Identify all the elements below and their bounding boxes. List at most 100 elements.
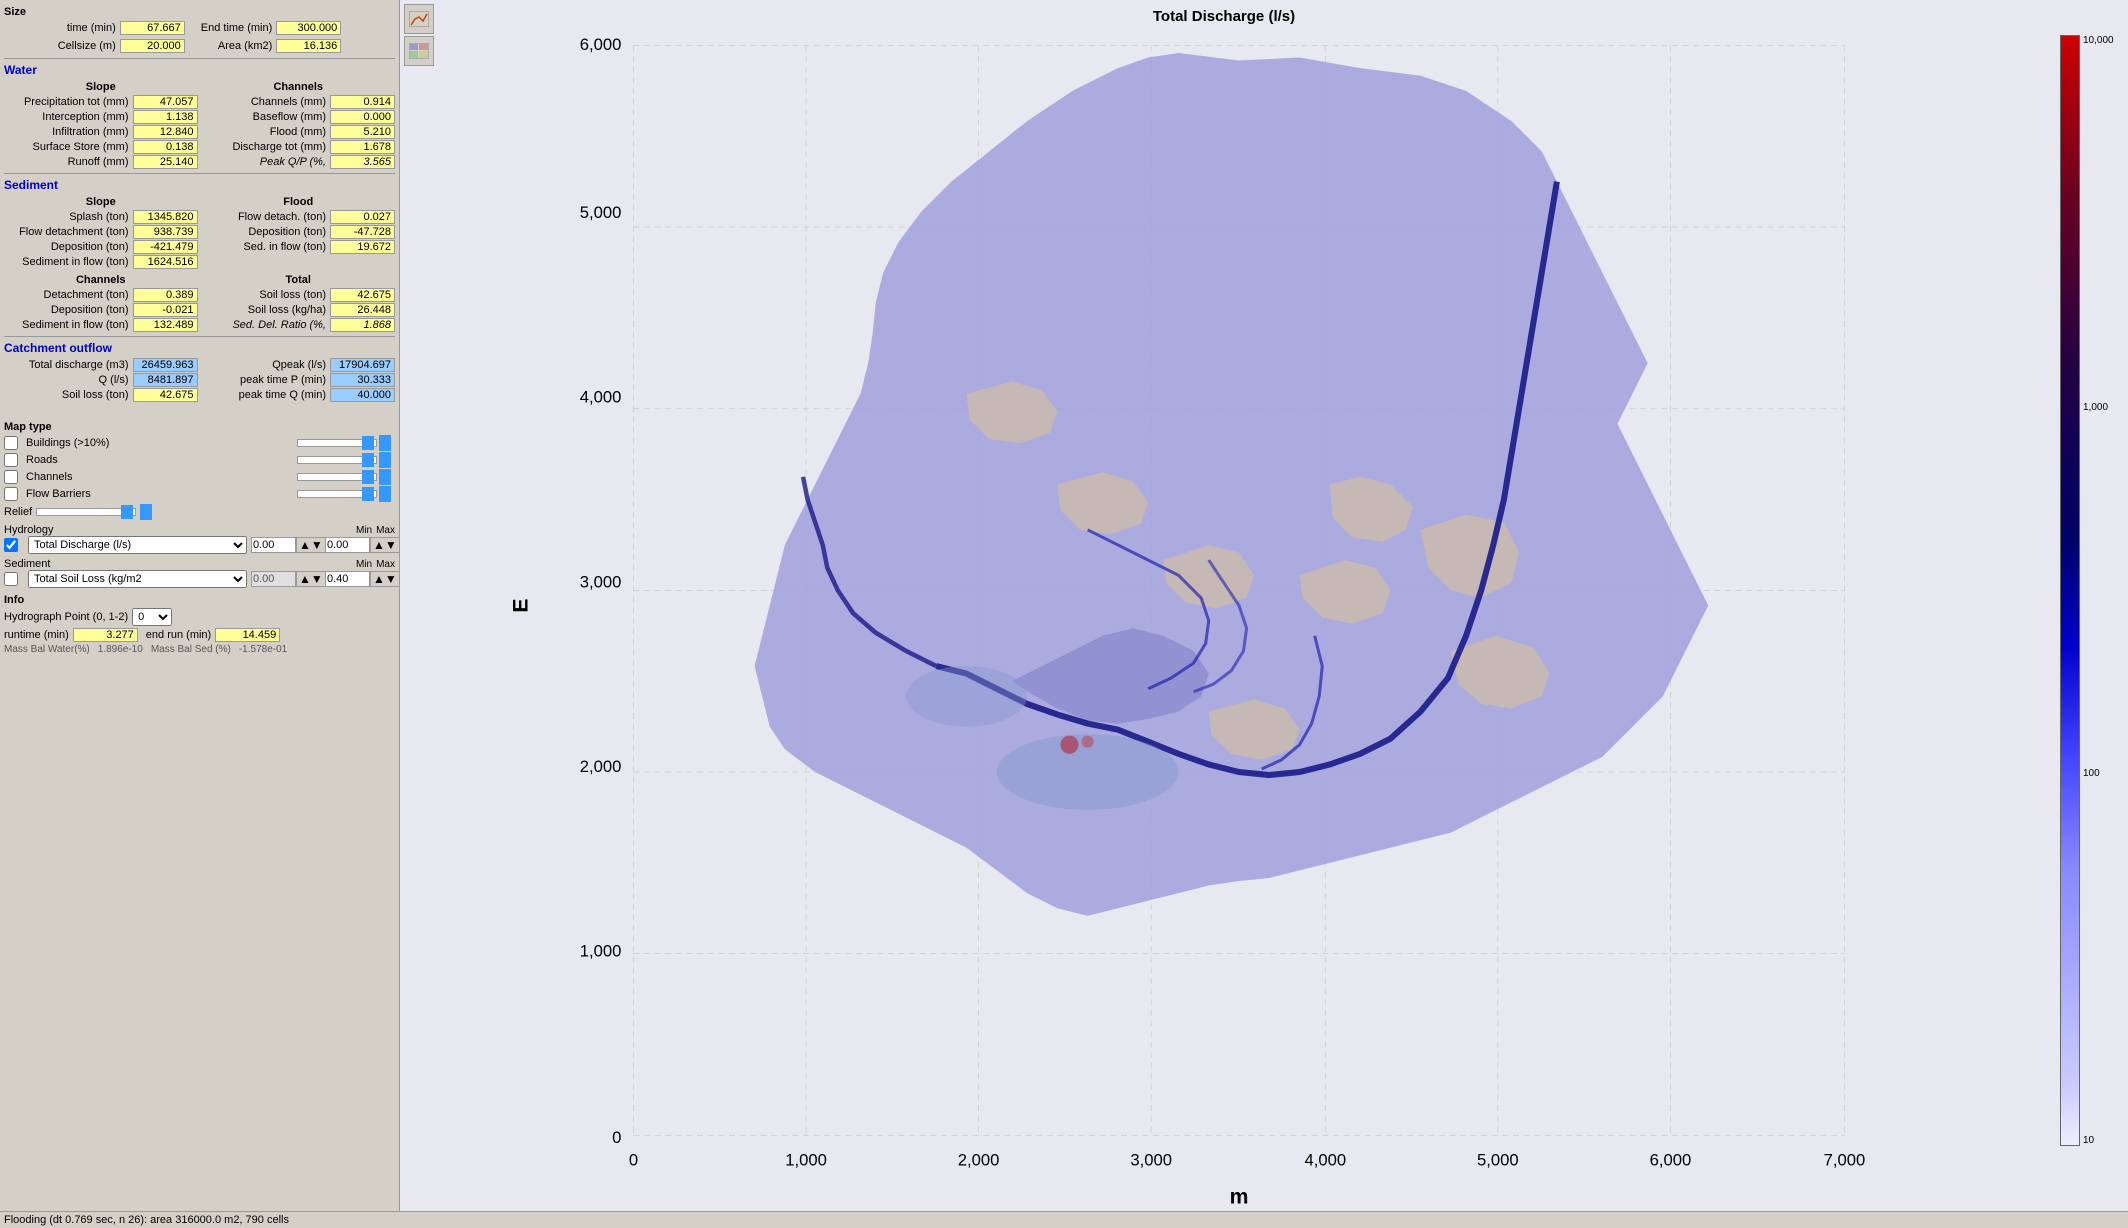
- runtime-value: 3.277: [73, 628, 138, 642]
- sediment-max-label: Max: [376, 559, 395, 570]
- sediment-min-spinner[interactable]: ▲▼: [296, 571, 326, 587]
- soil-loss-ton-label: Soil loss (ton): [259, 289, 326, 301]
- peak-time-q-value: 40.000: [330, 388, 395, 402]
- hydrology-max-label: Max: [376, 525, 395, 536]
- status-bar: Flooding (dt 0.769 sec, n 26): area 3160…: [0, 1211, 2128, 1228]
- infiltration-label: Infiltration (mm): [52, 126, 128, 138]
- relief-label: Relief: [4, 506, 32, 518]
- interception-value: 1.138: [133, 110, 198, 124]
- hydrology-min-input[interactable]: [251, 537, 296, 553]
- sed-in-flow-value: 1624.516: [133, 255, 198, 269]
- hydrology-max-input[interactable]: [325, 537, 370, 553]
- svg-text:6,000: 6,000: [580, 35, 622, 54]
- end-run-value: 14.459: [215, 628, 280, 642]
- hydrology-dropdown[interactable]: Total Discharge (l/s)Surface Water Depth…: [28, 536, 247, 554]
- channels-row: Channels: [4, 469, 395, 485]
- svg-text:0: 0: [629, 1151, 638, 1170]
- catchment-header: Catchment outflow: [4, 341, 395, 355]
- sed-in-flow-ch-label: Sediment in flow (ton): [22, 319, 128, 331]
- size-header: Size: [4, 6, 395, 18]
- time-value: 67.667: [120, 21, 185, 35]
- flood-label: Flood (mm): [270, 126, 326, 138]
- svg-text:5,000: 5,000: [580, 203, 622, 222]
- channels-checkbox[interactable]: [4, 470, 18, 484]
- slope-header: Slope: [4, 81, 198, 93]
- hydrology-max-spinner[interactable]: ▲▼: [370, 537, 400, 553]
- sediment-min-label: Min: [356, 559, 372, 570]
- buildings-track[interactable]: [297, 439, 377, 447]
- left-panel: Size time (min) 67.667 Cellsize (m) 20.0…: [0, 0, 400, 1211]
- sed-in-flow-flood-value: 19.672: [330, 240, 395, 254]
- roads-row: Roads: [4, 452, 395, 468]
- sediment-max-spinner[interactable]: ▲▼: [370, 571, 400, 587]
- map-btn[interactable]: [404, 36, 434, 66]
- sediment-max-input[interactable]: [325, 571, 370, 587]
- hydrology-min-spinner[interactable]: ▲▼: [296, 537, 326, 553]
- buildings-label: Buildings (>10%): [26, 437, 295, 449]
- sediment-section: Sediment Slope Splash (ton) 1345.820 Flo…: [4, 178, 395, 333]
- info-section: Info Hydrograph Point (0, 1-2) 012 runti…: [4, 594, 395, 655]
- hydrograph-select[interactable]: 012: [132, 608, 172, 626]
- deposition-flood-label: Deposition (ton): [248, 226, 326, 238]
- total-discharge-label: Total discharge (m3): [29, 359, 129, 371]
- hydrology-checkbox[interactable]: [4, 538, 18, 552]
- sed-del-ratio-value: 1.868: [330, 318, 395, 332]
- total-header: Total: [202, 274, 396, 286]
- deposition-ch-label: Deposition (ton): [51, 304, 129, 316]
- soil-loss-ton-value: 42.675: [330, 288, 395, 302]
- sediment-min-input[interactable]: [251, 571, 296, 587]
- soil-loss-kgha-label: Soil loss (kg/ha): [248, 304, 326, 316]
- map-panel: Total Discharge (l/s) 10,000 1,000 100 1…: [400, 0, 2128, 1211]
- status-text: Flooding (dt 0.769 sec, n 26): area 3160…: [4, 1214, 289, 1226]
- info-header: Info: [4, 594, 395, 606]
- sediment-ctrl-checkbox[interactable]: [4, 572, 18, 586]
- end-time-label: End time (min): [201, 22, 273, 34]
- flow-barriers-track[interactable]: [297, 490, 377, 498]
- graph-btn[interactable]: [404, 4, 434, 34]
- runoff-label: Runoff (mm): [68, 156, 129, 168]
- surface-store-value: 0.138: [133, 140, 198, 154]
- channels-track[interactable]: [297, 473, 377, 481]
- water-header: Water: [4, 63, 395, 77]
- infiltration-value: 12.840: [133, 125, 198, 139]
- mass-bal-sed-value: -1.578e-01: [239, 644, 287, 655]
- baseflow-label: Baseflow (mm): [253, 111, 326, 123]
- scale-label-mid1: 1,000: [2083, 402, 2114, 413]
- peak-time-q-label: peak time Q (min): [239, 389, 326, 401]
- channels-mm-value: 0.914: [330, 95, 395, 109]
- catchment-soil-loss-label: Soil loss (ton): [62, 389, 129, 401]
- catchment-section: Catchment outflow Total discharge (m3) 2…: [4, 341, 395, 403]
- roads-checkbox[interactable]: [4, 453, 18, 467]
- sediment-ctrl-dropdown[interactable]: Total Soil Loss (kg/m2: [28, 570, 247, 588]
- area-value: 16.136: [276, 39, 341, 53]
- mass-bal-sed-label: Mass Bal Sed (%): [151, 644, 231, 655]
- roads-blue-bar: [379, 452, 391, 468]
- sed-flood-header: Flood: [202, 196, 396, 208]
- svg-text:1,000: 1,000: [785, 1151, 827, 1170]
- svg-text:3,000: 3,000: [580, 572, 622, 591]
- buildings-checkbox[interactable]: [4, 436, 18, 450]
- qpeak-value: 17904.697: [330, 358, 395, 372]
- precip-label: Precipitation tot (mm): [24, 96, 129, 108]
- sediment-ctrl-label: Sediment: [4, 558, 24, 570]
- peak-time-p-value: 30.333: [330, 373, 395, 387]
- flow-barriers-blue-bar: [379, 486, 391, 502]
- relief-blue-bar: [140, 504, 152, 520]
- catchment-soil-loss-value: 42.675: [133, 388, 198, 402]
- deposition-ch-value: -0.021: [133, 303, 198, 317]
- baseflow-value: 0.000: [330, 110, 395, 124]
- deposition-label: Deposition (ton): [51, 241, 129, 253]
- end-run-label: end run (min): [146, 629, 211, 641]
- roads-track[interactable]: [297, 456, 377, 464]
- sed-channels-header: Channels: [4, 274, 198, 286]
- svg-text:7,000: 7,000: [1824, 1151, 1866, 1170]
- cellsize-value: 20.000: [120, 39, 185, 53]
- map-type-section: Map type Buildings (>10%) Roads Channels: [4, 421, 395, 520]
- sediment-ctrl-section: Sediment Min Max Total Soil Loss (kg/m2 …: [4, 558, 395, 588]
- roads-label: Roads: [26, 454, 295, 466]
- svg-text:m: m: [1230, 1185, 1249, 1208]
- flow-barriers-checkbox[interactable]: [4, 487, 18, 501]
- color-scale: 10,000 1,000 100 10: [2060, 35, 2120, 1146]
- relief-track[interactable]: [36, 508, 136, 516]
- sediment-header: Sediment: [4, 178, 395, 192]
